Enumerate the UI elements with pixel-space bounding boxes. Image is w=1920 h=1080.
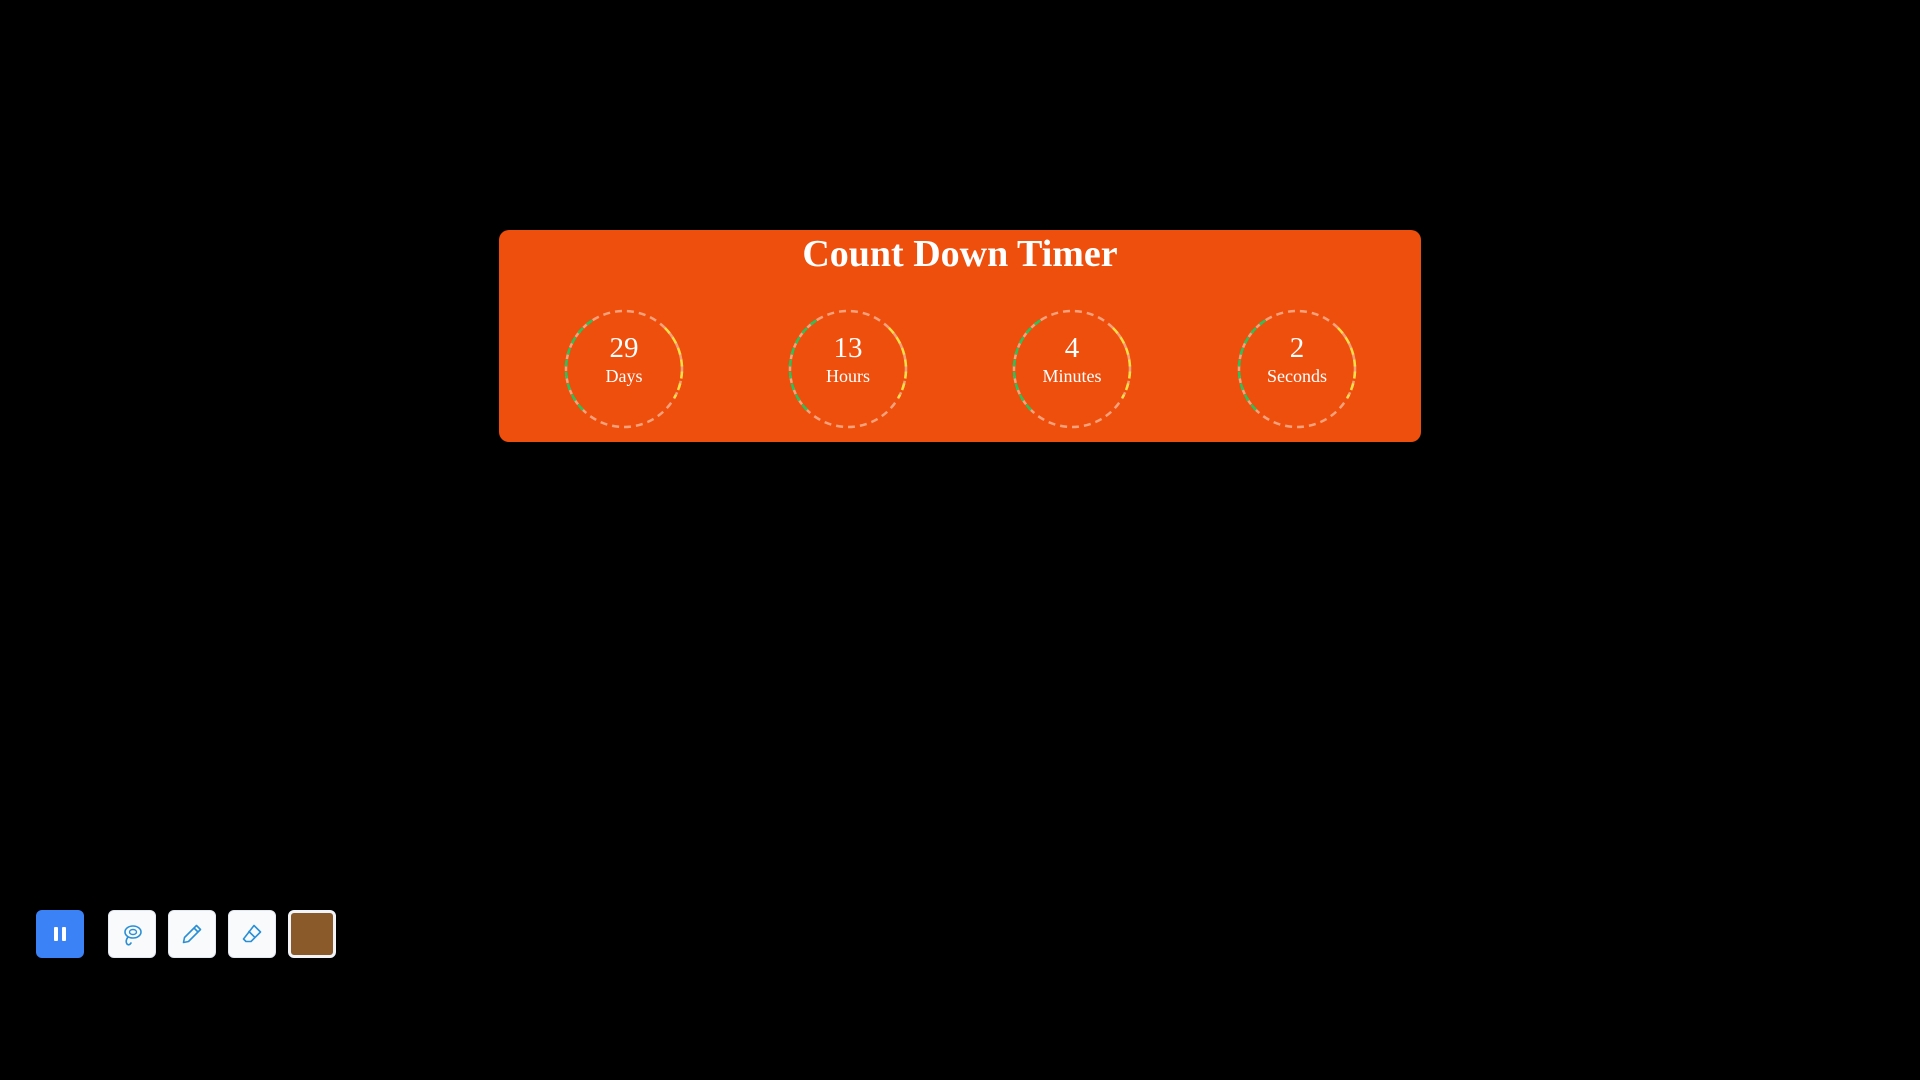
pencil-button[interactable] [168,910,216,958]
seconds-label: Seconds [1267,366,1327,386]
hours-unit: 13 Hours [788,309,908,429]
timer-title: Count Down Timer [802,233,1118,275]
minutes-label: Minutes [1042,366,1102,386]
lasso-icon [124,925,142,946]
hours-value: 13 [833,332,863,364]
days-unit: 29 Days [564,309,684,429]
minutes-value: 4 [1064,332,1080,364]
days-value: 29 [609,332,639,364]
days-label: Days [605,366,643,386]
lasso-button[interactable] [108,910,156,958]
pause-icon [54,927,66,941]
color-swatch-button[interactable] [288,910,336,958]
eraser-icon [242,924,262,943]
countdown-card: Count Down Timer 29 Days 13 Hours 4 Minu… [499,230,1421,442]
seconds-unit: 2 Seconds [1237,309,1357,429]
pause-button[interactable] [36,910,84,958]
eraser-button[interactable] [228,910,276,958]
pencil-icon [182,924,202,944]
seconds-value: 2 [1289,332,1305,364]
minutes-unit: 4 Minutes [1012,309,1132,429]
hours-label: Hours [826,366,870,386]
